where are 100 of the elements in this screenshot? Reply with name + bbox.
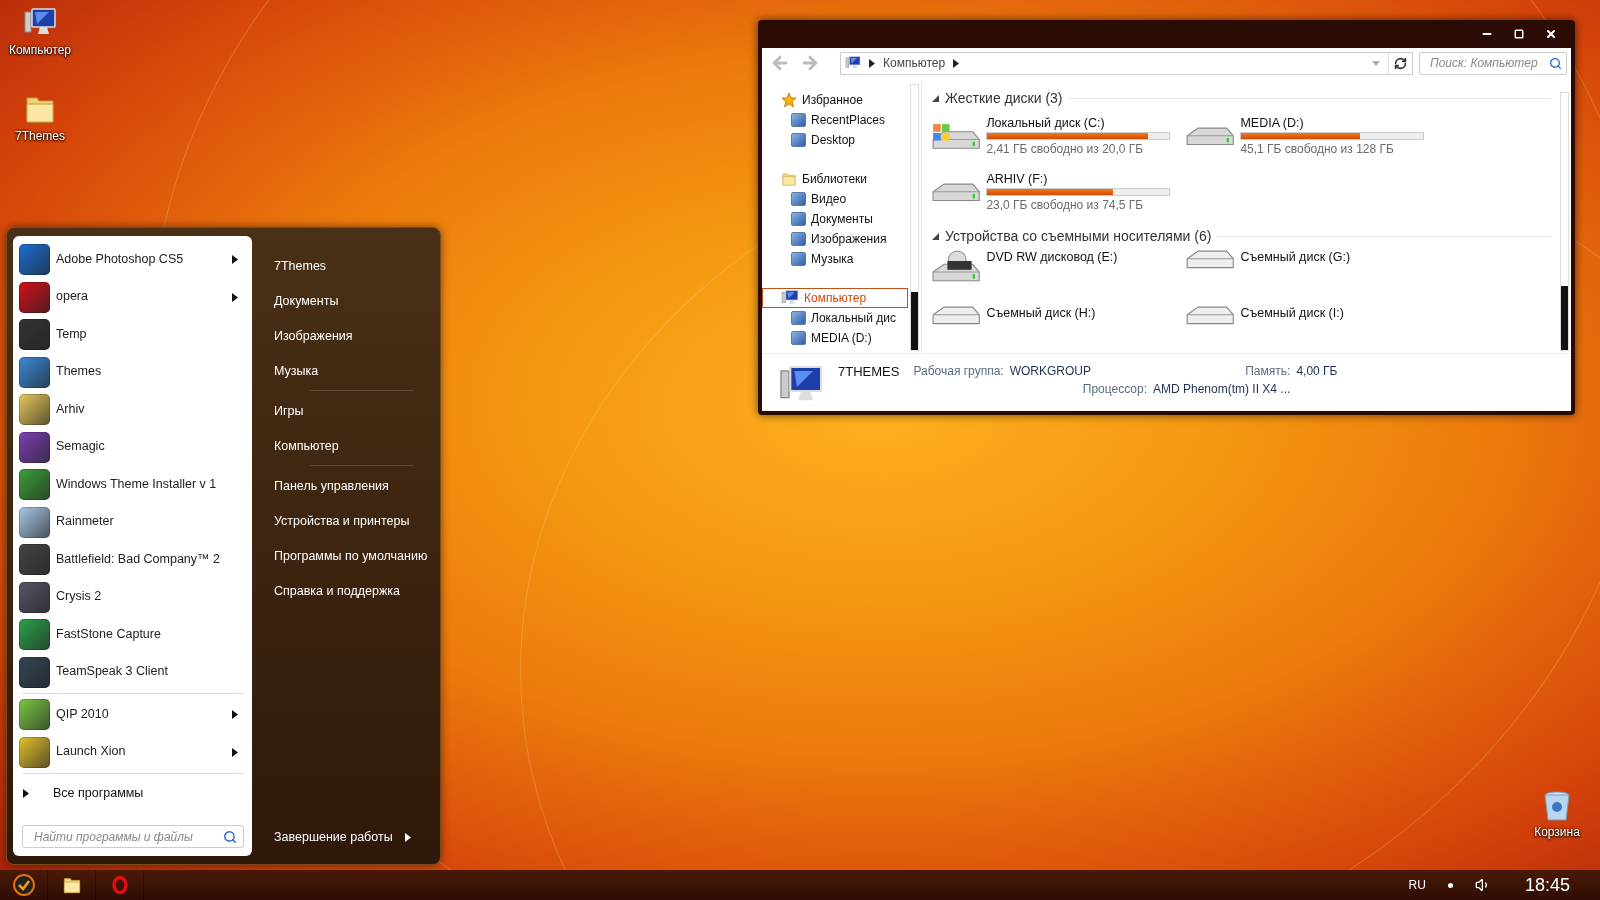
detail-value: WORKGROUP — [1009, 364, 1091, 378]
app-icon — [19, 581, 50, 613]
clock[interactable]: 18:45 — [1524, 874, 1570, 896]
app-icon — [19, 281, 50, 313]
program-item[interactable]: TeamSpeak 3 Client — [19, 653, 248, 691]
maximize-icon — [1514, 29, 1524, 39]
nav-item[interactable]: Музыка — [762, 249, 908, 269]
search-icon — [223, 829, 237, 844]
trash-icon — [1542, 790, 1572, 822]
expand-triangle-icon[interactable] — [932, 94, 939, 102]
shutdown-button[interactable]: Завершение работы — [268, 822, 434, 852]
drive-icon — [932, 122, 981, 150]
nav-item[interactable]: Локальный дис — [762, 308, 908, 328]
program-item[interactable]: Crysis 2 — [19, 578, 248, 616]
caret-icon — [232, 710, 238, 720]
app-icon — [19, 619, 50, 651]
place-item[interactable]: Программы по умолчанию — [268, 538, 434, 573]
drive-item[interactable]: Съемный диск (I:) — [1186, 306, 1558, 354]
app-icon — [19, 506, 50, 538]
scrollbar[interactable] — [1560, 92, 1569, 351]
program-item[interactable]: Arhiv — [19, 391, 248, 429]
detail-value: AMD Phenom(tm) II X4 ... — [1153, 382, 1291, 396]
drive-item[interactable]: MEDIA (D:) 45,1 ГБ свободно из 128 ГБ — [1186, 112, 1558, 160]
folder-icon — [781, 171, 797, 187]
app-icon — [19, 469, 50, 501]
caret-icon — [23, 788, 29, 798]
nav-item[interactable]: Изображения — [762, 229, 908, 249]
drive-item[interactable]: ARHIV (F:) 23,0 ГБ свободно из 74,5 ГБ — [932, 168, 1186, 216]
drive-icon — [1186, 306, 1235, 325]
app-icon — [19, 699, 50, 731]
desktop-icon[interactable]: 7Themes — [0, 92, 80, 143]
place-item[interactable]: 7Themes — [268, 248, 434, 283]
nav-item[interactable]: Видео — [762, 189, 908, 209]
program-item[interactable]: QIP 2010 — [19, 696, 248, 734]
place-item[interactable]: Документы — [268, 283, 434, 318]
group-title: Жесткие диски (3) — [945, 90, 1063, 106]
expand-triangle-icon[interactable] — [932, 232, 939, 240]
drive-item[interactable]: DVD RW дисковод (E:) — [932, 250, 1186, 298]
program-item[interactable]: opera — [19, 278, 248, 316]
star-icon — [781, 92, 797, 108]
drive-icon — [932, 306, 981, 325]
app-icon — [19, 431, 50, 463]
drive-item[interactable]: Съемный диск (H:) — [932, 306, 1186, 354]
nav-item[interactable]: Библиотеки — [762, 169, 908, 189]
place-item[interactable]: Компьютер — [268, 428, 434, 463]
place-item[interactable]: Панель управления — [268, 468, 434, 503]
folder-icon — [61, 875, 82, 895]
scrollbar[interactable] — [910, 84, 919, 351]
place-item[interactable]: Справка и поддержка — [268, 573, 434, 608]
drive-item[interactable]: Съемный диск (G:) — [1186, 250, 1558, 298]
place-item[interactable]: Игры — [268, 393, 434, 428]
close-icon — [1545, 28, 1557, 40]
breadcrumb-item[interactable]: Компьютер — [883, 56, 946, 70]
nav-item[interactable]: Документы — [762, 209, 908, 229]
place-item[interactable]: Устройства и принтеры — [268, 503, 434, 538]
desktop-icon[interactable]: Компьютер — [0, 6, 80, 57]
caret-icon — [232, 747, 238, 757]
computer-icon — [845, 55, 861, 71]
address-bar[interactable]: Компьютер — [840, 51, 1413, 75]
nav-item[interactable]: Избранное — [762, 90, 908, 110]
program-item[interactable]: Launch Xion — [19, 733, 248, 771]
program-item[interactable]: Rainmeter — [19, 503, 248, 541]
program-item[interactable]: Battlefield: Bad Company™ 2 — [19, 541, 248, 579]
all-programs-item[interactable]: Все программы — [19, 776, 248, 810]
language-indicator[interactable]: RU — [1408, 878, 1426, 892]
search-field[interactable]: Найти программы и файлы — [22, 825, 244, 848]
computer-icon — [781, 289, 799, 307]
detail-label: Память: — [1244, 364, 1291, 378]
caret-icon — [404, 832, 411, 842]
caret-icon — [232, 292, 238, 302]
program-item[interactable]: Semagic — [19, 428, 248, 466]
app-icon — [19, 394, 50, 426]
nav-item[interactable]: Компьютер — [762, 288, 908, 308]
dropdown-caret-icon — [1372, 60, 1380, 66]
nav-item[interactable]: MEDIA (D:) — [762, 328, 908, 348]
desktop-icon[interactable]: Корзина — [1517, 790, 1597, 839]
nav-item[interactable]: RecentPlaces — [762, 110, 908, 130]
drive-item[interactable]: Локальный диск (C:) 2,41 ГБ свободно из 20,0 ГБ — [932, 112, 1186, 160]
nav-item[interactable]: Desktop — [762, 130, 908, 150]
program-item[interactable]: Temp — [19, 316, 248, 354]
forward-arrow-icon — [800, 53, 820, 73]
caret-icon — [953, 58, 960, 68]
start-orb-icon — [12, 874, 35, 896]
search-field[interactable]: Поиск: Компьютер — [1419, 51, 1567, 75]
drive-icon — [932, 182, 981, 202]
place-item[interactable]: Музыка — [268, 353, 434, 388]
program-item[interactable]: Themes — [19, 353, 248, 391]
group-title: Устройства со съемными носителями (6) — [945, 228, 1212, 244]
program-item[interactable]: Windows Theme Installer v 1 — [19, 466, 248, 504]
ring-icon — [111, 876, 128, 894]
place-item[interactable]: Изображения — [268, 318, 434, 353]
app-icon — [19, 356, 50, 388]
drive-icon — [1186, 250, 1235, 269]
search-icon — [1549, 56, 1562, 70]
detail-label: Рабочая группа: — [913, 364, 1004, 378]
refresh-icon — [1394, 56, 1407, 70]
caret-icon — [232, 255, 238, 265]
program-item[interactable]: FastStone Capture — [19, 616, 248, 654]
program-item[interactable]: Adobe Photoshop CS5 — [19, 241, 248, 279]
detail-value: 4,00 ГБ — [1296, 364, 1338, 378]
